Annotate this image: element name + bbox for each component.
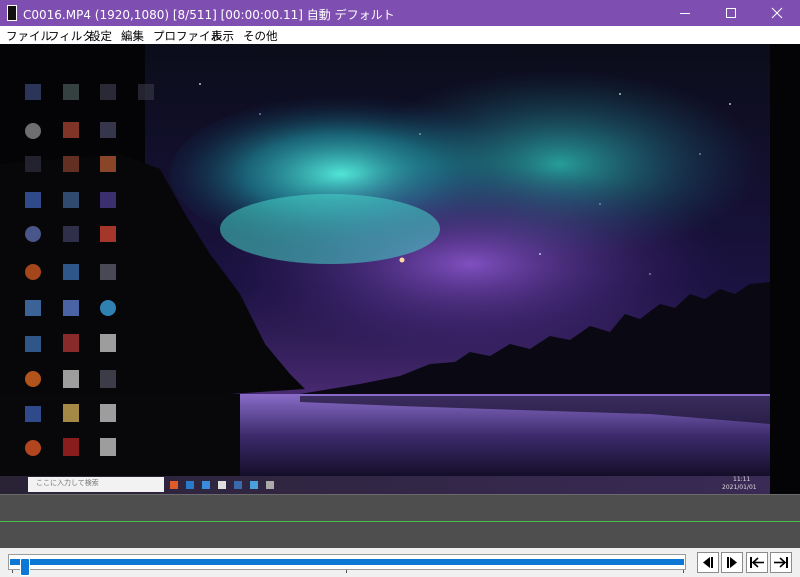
control-bar: [0, 548, 800, 577]
seek-bar-track-fill: [10, 559, 684, 565]
timeline-area[interactable]: [0, 494, 800, 548]
menu-file[interactable]: ファイル: [6, 28, 52, 44]
taskbar-clock-time: 11:11: [733, 476, 751, 483]
next-frame-icon: [727, 557, 737, 568]
close-icon: [771, 7, 783, 19]
menu-other[interactable]: その他: [243, 28, 278, 44]
menu-view[interactable]: 表示: [211, 28, 234, 44]
minimize-button[interactable]: [662, 0, 708, 26]
video-frame-image: [0, 44, 800, 494]
seek-bar[interactable]: [8, 554, 686, 576]
prev-frame-button[interactable]: [697, 552, 719, 573]
maximize-button[interactable]: [708, 0, 754, 26]
menu-settings[interactable]: 設定: [89, 28, 112, 44]
next-frame-button[interactable]: [721, 552, 743, 573]
maximize-icon: [726, 8, 736, 18]
close-button[interactable]: [754, 0, 800, 26]
prev-frame-icon: [703, 557, 713, 568]
video-preview[interactable]: ここに入力して検索 11:11 2021/01/01: [0, 44, 800, 494]
seek-thumb[interactable]: [20, 558, 30, 576]
go-end-button[interactable]: [770, 552, 792, 573]
go-end-icon: [774, 557, 788, 568]
taskbar-search-placeholder: ここに入力して検索: [36, 479, 99, 487]
window-title: C0016.MP4 (1920,1080) [8/511] [00:00:00.…: [23, 8, 395, 22]
timeline-marker-line: [0, 521, 800, 522]
minimize-icon: [680, 13, 690, 14]
go-start-button[interactable]: [746, 552, 768, 573]
menu-filter[interactable]: フィルタ: [48, 28, 94, 44]
go-start-icon: [750, 557, 764, 568]
app-icon[interactable]: [7, 5, 17, 21]
menu-bar: ファイル フィルタ 設定 編集 プロファイル 表示 その他: [0, 26, 800, 45]
menu-edit[interactable]: 編集: [121, 28, 144, 44]
taskbar-clock-date: 2021/01/01: [722, 484, 757, 491]
title-bar: C0016.MP4 (1920,1080) [8/511] [00:00:00.…: [0, 0, 800, 26]
